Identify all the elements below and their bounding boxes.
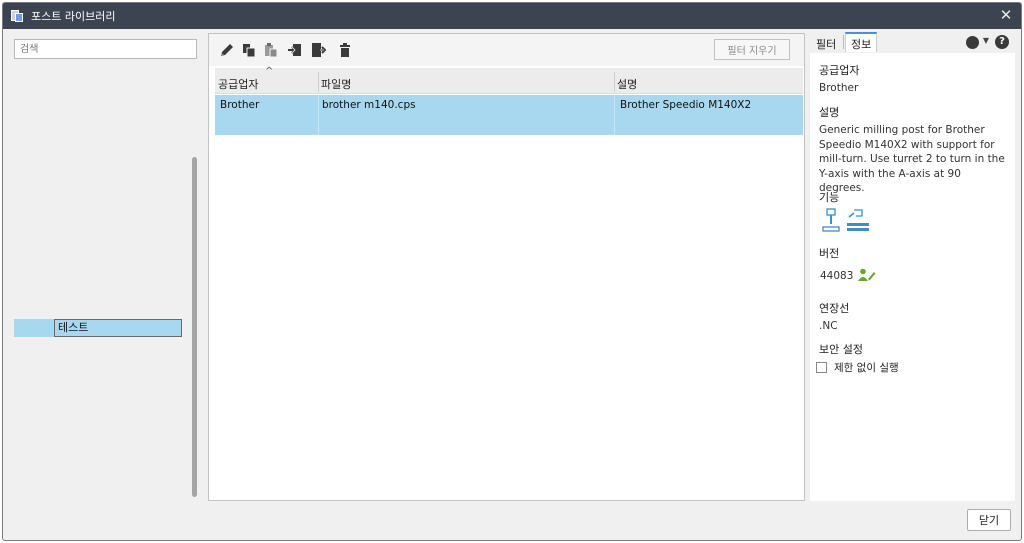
vendor-label: 공급업자 [819,64,860,77]
globe-icon[interactable] [966,36,979,49]
version-label: 버전 [819,247,840,260]
tab-info[interactable]: 정보 [845,32,878,52]
tab-divider [843,35,844,49]
close-window-icon[interactable]: ✕ [997,6,1015,24]
column-header-label: 설명 [617,78,638,91]
run-unrestricted-label: 제한 없이 실행 [834,362,899,374]
clear-filter-button[interactable]: 필터 지우기 [714,39,790,60]
chevron-down-icon[interactable]: ▼ [983,36,989,45]
post-library-app-icon [11,10,23,22]
capability-label: 기능 [819,191,840,204]
cell-vendor: Brother [220,99,260,111]
post-list-panel: 필터 지우기 ^ 공급업자 파일명 설명 Brother brother m14… [208,33,805,501]
library-tree-panel: 테스트 [11,35,201,501]
vendor-value: Brother [819,82,859,94]
trash-icon[interactable] [337,42,353,58]
post-toolbar: 필터 지우기 [209,34,804,66]
turning-capability-icon [847,209,869,231]
user-edit-icon[interactable] [858,268,876,282]
pencil-icon[interactable] [219,42,235,58]
column-header-filename[interactable]: 파일명 [318,68,614,94]
run-unrestricted-checkbox[interactable] [816,362,827,373]
copy-icon[interactable] [241,42,257,58]
post-library-window: 포스트 라이브러리 ✕ 테스트 [2,2,1022,541]
close-button[interactable]: 닫기 [967,509,1011,531]
tree-item-rename-field[interactable]: 테스트 [54,319,182,337]
extension-value: .NC [819,320,838,332]
tree-scroll-thumb[interactable] [192,157,197,497]
tree-item-test[interactable]: 테스트 [14,319,182,337]
sort-ascending-icon: ^ [265,66,274,77]
paste-icon[interactable] [263,42,279,58]
table-row[interactable]: Brother brother m140.cps Brother Speedio… [215,95,803,135]
cell-divider [318,95,319,135]
help-icon[interactable]: ? [995,35,1009,49]
window-title: 포스트 라이브러리 [31,10,116,23]
post-table: ^ 공급업자 파일명 설명 Brother brother m140.cps B… [215,66,803,135]
export-icon[interactable] [310,42,326,58]
cell-description: Brother Speedio M140X2 [620,99,752,111]
column-header-label: 파일명 [321,78,352,91]
description-value: Generic milling post for Brother Speedio… [819,124,1005,194]
table-header: ^ 공급업자 파일명 설명 [215,66,803,94]
cell-divider [614,95,615,135]
details-tabs: 필터 정보 ▼ ? [809,32,1021,52]
column-header-vendor[interactable]: ^ 공급업자 [215,66,317,94]
info-content: 공급업자 Brother 설명 Generic milling post for… [810,53,1015,501]
description-label: 설명 [819,106,840,119]
column-header-label: 공급업자 [218,78,259,91]
library-tree: 테스트 [11,67,186,499]
column-header-description[interactable]: 설명 [614,68,803,94]
tab-filter[interactable]: 필터 [811,32,841,52]
details-panel: 필터 정보 ▼ ? 공급업자 Brother 설명 Generic millin… [809,29,1021,503]
search-input[interactable] [14,39,197,59]
tree-scrollbar[interactable] [191,67,198,499]
cell-filename: brother m140.cps [322,99,416,111]
import-icon[interactable] [287,42,303,58]
title-bar[interactable]: 포스트 라이브러리 ✕ [3,3,1021,29]
extension-label: 연장선 [819,302,850,315]
milling-capability-icon [822,208,840,232]
security-label: 보안 설정 [819,343,863,356]
